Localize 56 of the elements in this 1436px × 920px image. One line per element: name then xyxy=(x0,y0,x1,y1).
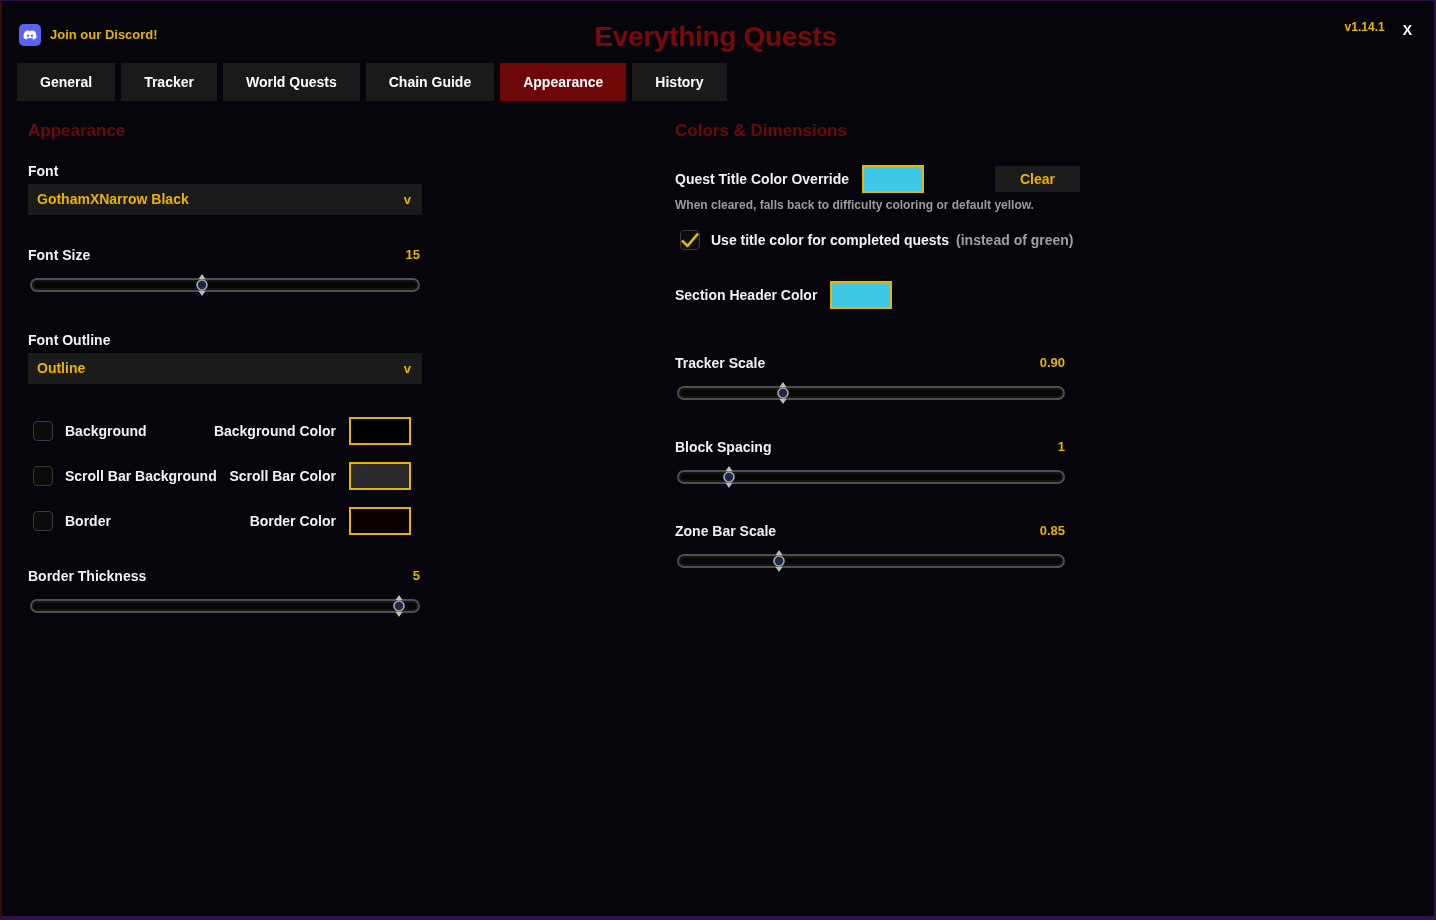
tab[interactable]: World Quests xyxy=(222,63,360,101)
color-swatch[interactable] xyxy=(349,417,411,445)
tab[interactable]: Tracker xyxy=(121,63,217,101)
checkbox-label: Border xyxy=(65,512,112,531)
color-label: Background Color xyxy=(213,422,336,441)
slider-thumb[interactable] xyxy=(195,274,208,296)
slider-label: Tracker Scale xyxy=(675,354,766,373)
color-label: Border Color xyxy=(249,512,336,531)
slider-value: 0.90 xyxy=(1039,354,1065,372)
section-heading: Appearance xyxy=(28,121,127,141)
slider-thumb[interactable] xyxy=(776,382,789,404)
checkbox-label: Use title color for completed quests xyxy=(711,231,950,250)
checkbox[interactable] xyxy=(33,511,53,531)
color-label: Section Header Color xyxy=(675,286,818,305)
slider-value: 5 xyxy=(412,567,420,585)
tab[interactable]: Appearance xyxy=(500,63,627,101)
checkbox[interactable] xyxy=(680,230,700,250)
checkbox[interactable] xyxy=(33,466,53,486)
slider-value: 15 xyxy=(405,246,420,264)
logo-icon xyxy=(19,24,41,46)
checkmark-icon xyxy=(681,232,699,248)
caret-icon: v xyxy=(403,358,411,379)
color-swatch[interactable] xyxy=(349,462,411,490)
checkbox-note: (instead of green) xyxy=(956,231,1074,250)
dropdown[interactable]: Outline v xyxy=(28,353,422,384)
discord-link[interactable]: Join our Discord! xyxy=(19,24,158,46)
section-heading: Colors & Dimensions xyxy=(675,121,848,141)
close-button[interactable]: X xyxy=(1402,21,1412,39)
tab[interactable]: Chain Guide xyxy=(365,63,495,101)
clear-button[interactable]: Clear xyxy=(995,166,1080,192)
checkbox[interactable] xyxy=(33,421,53,441)
slider-thumb[interactable] xyxy=(392,595,405,617)
caret-icon: v xyxy=(403,189,411,210)
slider-label: Zone Bar Scale xyxy=(675,522,777,541)
field-label: Font Outline xyxy=(28,331,112,350)
color-label: Scroll Bar Color xyxy=(229,467,336,486)
color-swatch[interactable] xyxy=(862,165,924,193)
slider-value: 1 xyxy=(1057,438,1065,456)
slider-label: Block Spacing xyxy=(675,438,772,457)
slider-label: Border Thickness xyxy=(28,567,147,586)
color-swatch[interactable] xyxy=(830,281,893,309)
slider-value: 0.85 xyxy=(1039,522,1065,540)
tab[interactable]: History xyxy=(632,63,727,101)
field-label: Font xyxy=(28,162,60,181)
slider-thumb[interactable] xyxy=(722,466,735,488)
tab[interactable]: General xyxy=(17,63,116,101)
slider-label: Font Size xyxy=(28,246,91,265)
checkbox-label: Scroll Bar Background xyxy=(65,467,218,486)
color-swatch[interactable] xyxy=(349,507,411,535)
version-label: v1.14.1 xyxy=(1344,19,1385,36)
color-label: Quest Title Color Override xyxy=(675,170,849,189)
dropdown[interactable]: GothamXNarrow Black v xyxy=(28,184,422,215)
hint-text: When cleared, falls back to difficulty coloring or default yellow. xyxy=(675,197,1035,213)
app-title: Everything Quests xyxy=(594,20,837,54)
slider-thumb[interactable] xyxy=(772,550,785,572)
checkbox-label: Background xyxy=(65,422,148,441)
